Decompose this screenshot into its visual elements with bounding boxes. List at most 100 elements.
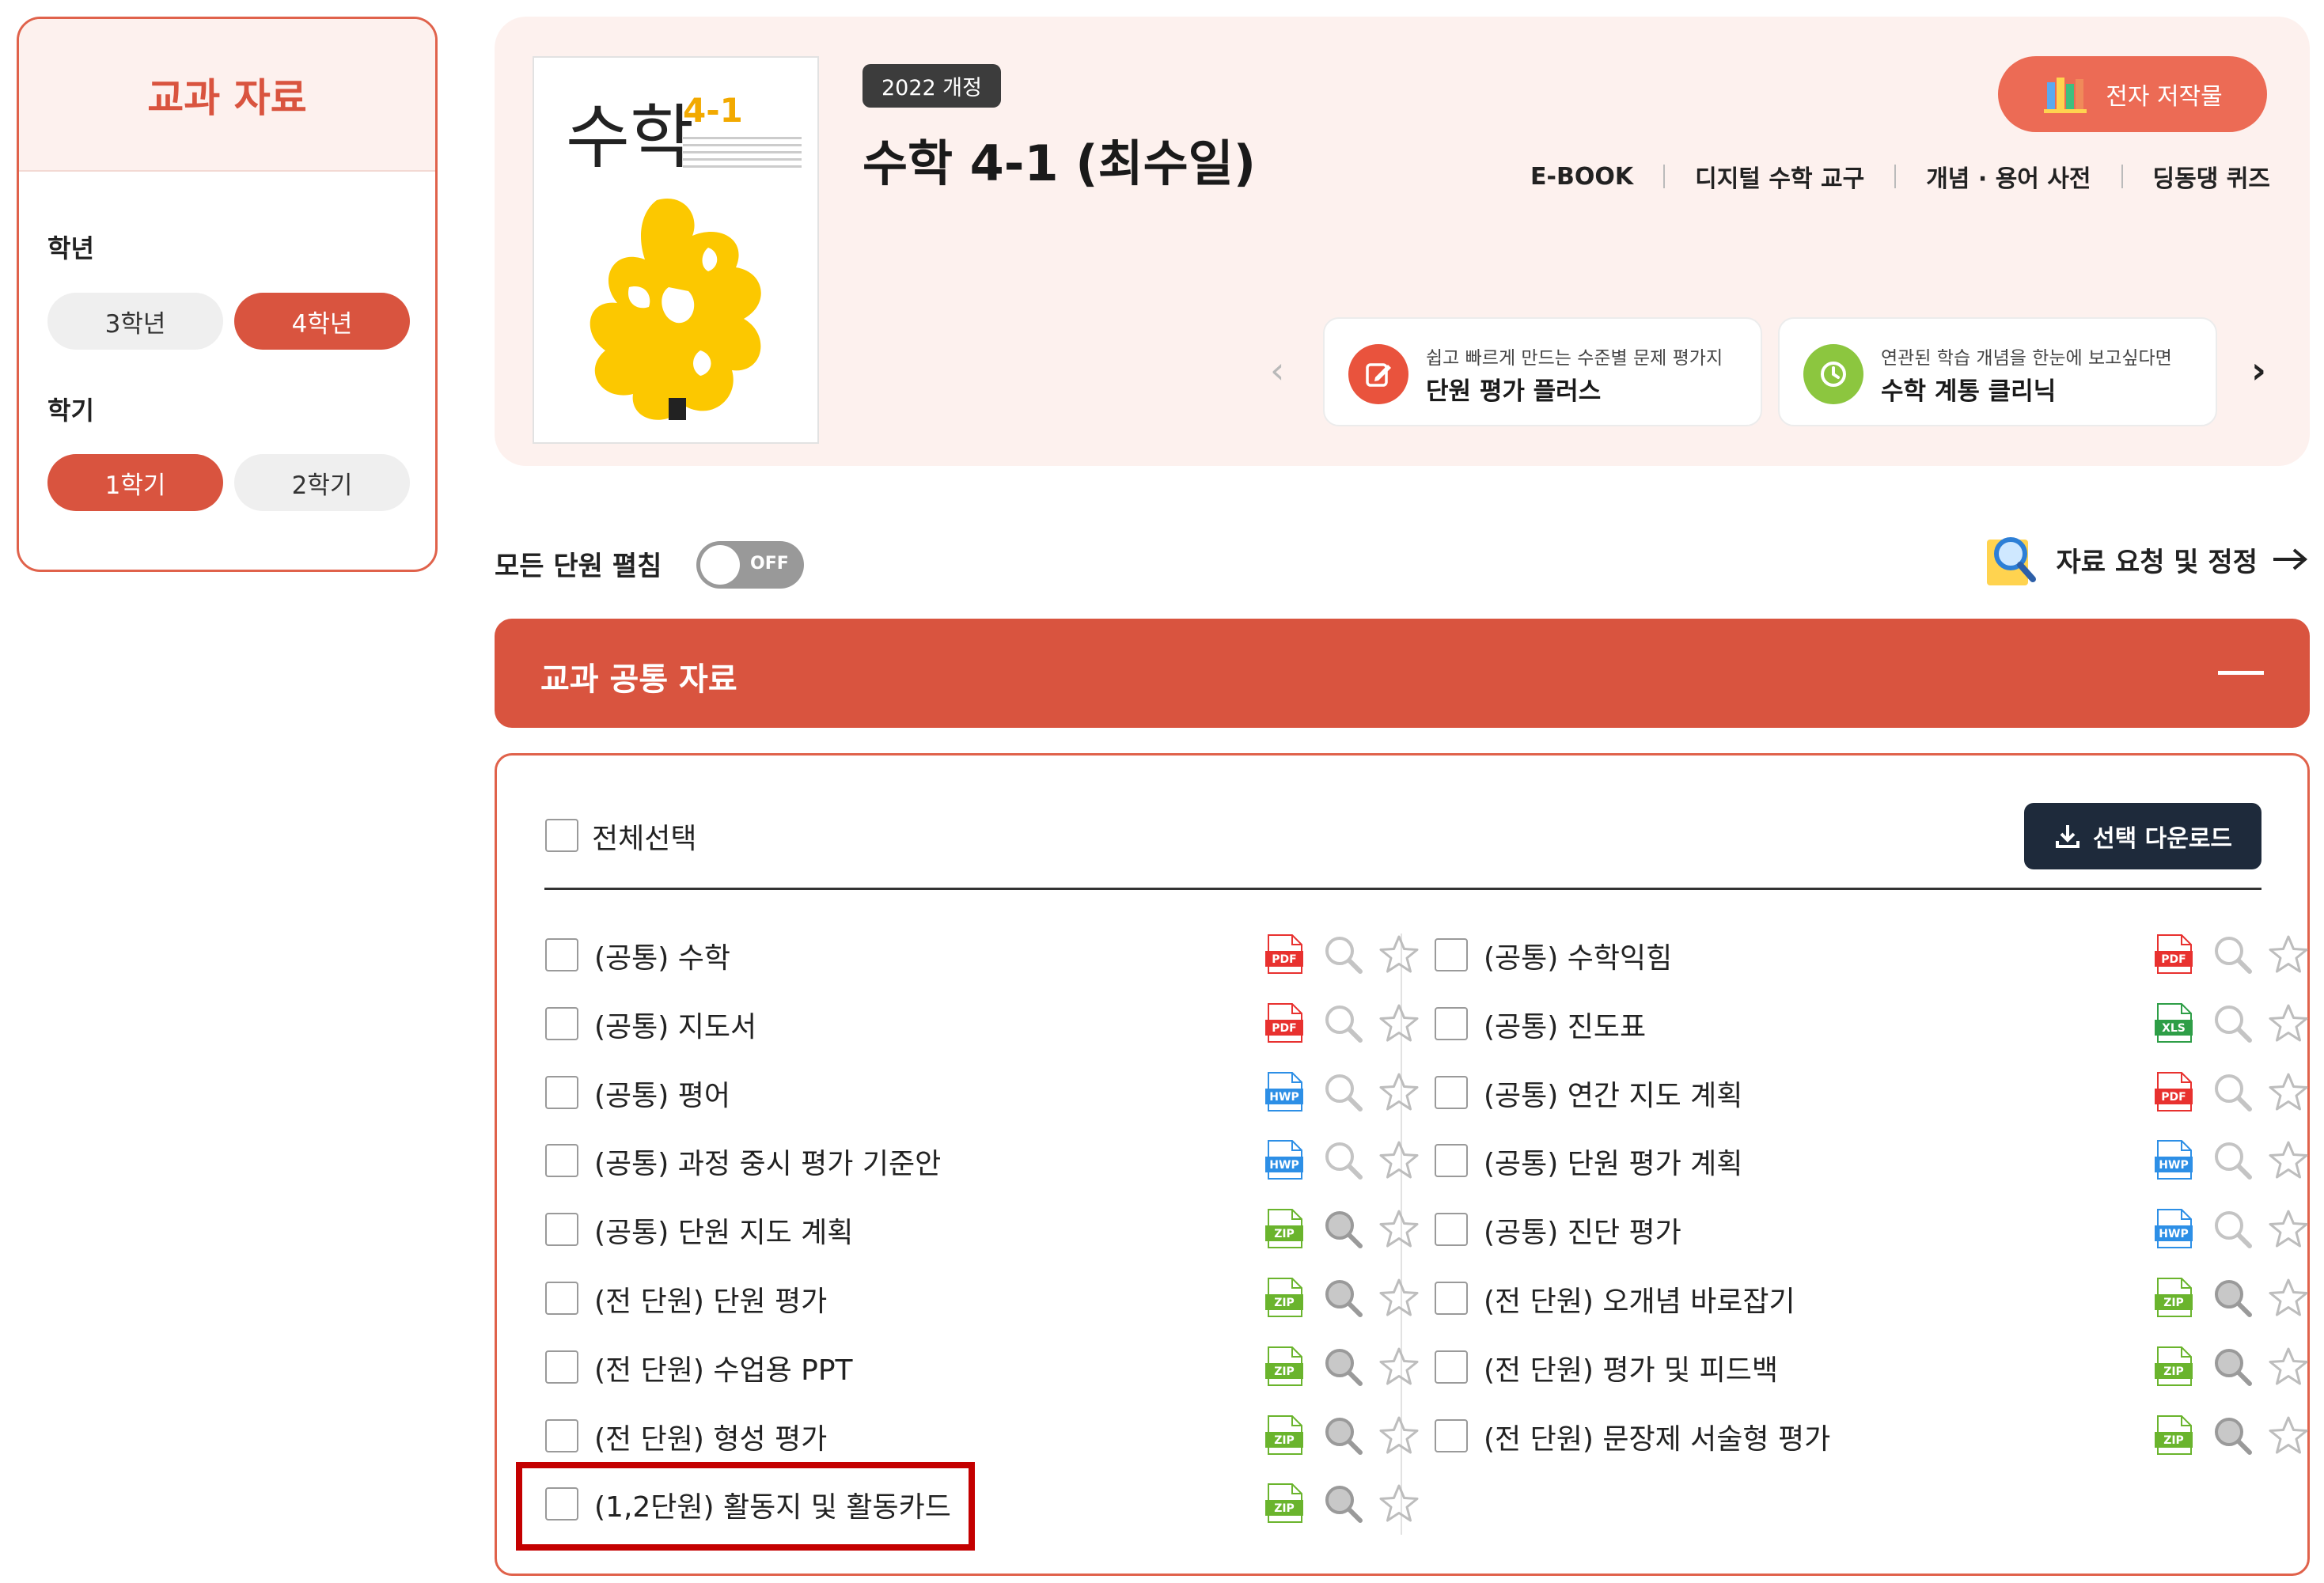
pdf-file-icon[interactable]: PDF [1265,1002,1303,1043]
favorite-star-icon[interactable] [2267,1139,2310,1182]
favorite-star-icon[interactable] [1378,1277,1420,1320]
favorite-star-icon[interactable] [1378,1002,1420,1045]
material-checkbox[interactable] [1435,1350,1468,1384]
zip-file-icon[interactable]: ZIP [1265,1277,1303,1318]
favorite-star-icon[interactable] [2267,1002,2310,1045]
header-links: E-BOOK 디지털 수학 교구 개념 · 용어 사전 딩동댕 퀴즈 [1530,159,2270,194]
section-header-common[interactable]: 교과 공통 자료 [495,619,2310,728]
semester-2-button[interactable]: 2학기 [234,454,410,511]
preview-search-icon[interactable] [2212,1277,2253,1318]
ebook-button[interactable]: 전자 저작물 [1998,56,2267,132]
material-checkbox[interactable] [545,1213,578,1247]
select-all-checkbox[interactable] [545,819,578,852]
material-checkbox[interactable] [1435,938,1468,971]
hwp-file-icon[interactable]: HWP [2155,1139,2193,1180]
favorite-star-icon[interactable] [2267,1208,2310,1251]
zip-file-icon[interactable]: ZIP [2155,1414,2193,1456]
expand-all-toggle[interactable]: OFF [696,541,804,589]
material-checkbox[interactable] [545,1350,578,1384]
preview-search-icon[interactable] [1322,1414,1363,1456]
preview-search-icon[interactable] [2212,1414,2253,1456]
promo-subtitle: 쉽고 빠르게 만드는 수준별 문제 평가지 [1426,348,1723,369]
svg-text:PDF: PDF [1272,953,1296,966]
book-cover[interactable]: 수학 4-1 [533,56,819,444]
zip-file-icon[interactable]: ZIP [1265,1346,1303,1387]
preview-search-icon[interactable] [2212,1139,2253,1180]
material-checkbox[interactable] [1435,1144,1468,1178]
material-checkbox[interactable] [1435,1282,1468,1315]
cover-title: 수학 [566,97,694,178]
favorite-star-icon[interactable] [1378,934,1420,976]
material-label: (공통) 과정 중시 평가 기준안 [594,1148,942,1181]
promo-title: 단원 평가 플러스 [1426,377,1602,406]
preview-search-icon[interactable] [1322,1483,1363,1524]
svg-text:ZIP: ZIP [2163,1365,2184,1378]
material-checkbox[interactable] [545,1282,578,1315]
material-checkbox[interactable] [1435,1418,1468,1452]
grade-4-button[interactable]: 4학년 [234,293,410,350]
favorite-star-icon[interactable] [2267,1071,2310,1114]
favorite-star-icon[interactable] [1378,1346,1420,1388]
link-ebook[interactable]: E-BOOK [1530,163,1633,191]
promo-card-unit-test[interactable]: 쉽고 빠르게 만드는 수준별 문제 평가지 단원 평가 플러스 [1323,317,1762,426]
selected-download-button[interactable]: 선택 다운로드 [2024,803,2261,869]
preview-search-icon[interactable] [1322,1071,1363,1112]
collapse-minus-icon[interactable] [2218,671,2264,675]
preview-search-icon[interactable] [1322,934,1363,975]
material-checkbox[interactable] [1435,1075,1468,1109]
preview-search-icon[interactable] [1322,1208,1363,1249]
favorite-star-icon[interactable] [2267,934,2310,976]
pdf-file-icon[interactable]: PDF [1265,934,1303,975]
preview-search-icon[interactable] [1322,1277,1363,1318]
favorite-star-icon[interactable] [1378,1483,1420,1525]
promo-card-math-clinic[interactable]: 연관된 학습 개념을 한눈에 보고싶다면 수학 계통 클리닉 [1778,317,2217,426]
promo-prev-chevron-icon[interactable]: ‹ [1270,349,1284,392]
favorite-star-icon[interactable] [1378,1208,1420,1251]
zip-file-icon[interactable]: ZIP [2155,1277,2193,1318]
zip-file-icon[interactable]: ZIP [2155,1346,2193,1387]
link-dictionary[interactable]: 개념 · 용어 사전 [1926,159,2091,194]
preview-search-icon[interactable] [2212,934,2253,975]
grade-3-button[interactable]: 3학년 [47,293,223,350]
promo-next-chevron-icon[interactable]: › [2251,349,2266,392]
favorite-star-icon[interactable] [1378,1071,1420,1114]
cover-artwork-icon [590,199,761,420]
pdf-file-icon[interactable]: PDF [2155,934,2193,975]
textbook-title: 수학 4-1 (최수일) [862,134,1257,192]
preview-search-icon[interactable] [2212,1208,2253,1249]
hwp-file-icon[interactable]: HWP [2155,1208,2193,1249]
zip-file-icon[interactable]: ZIP [1265,1483,1303,1524]
material-checkbox[interactable] [545,1075,578,1109]
zip-file-icon[interactable]: ZIP [1265,1414,1303,1456]
material-checkbox[interactable] [1435,1006,1468,1040]
material-checkbox[interactable] [545,1418,578,1452]
link-digital-tools[interactable]: 디지털 수학 교구 [1695,159,1864,194]
favorite-star-icon[interactable] [1378,1414,1420,1457]
svg-text:ZIP: ZIP [1274,1365,1295,1378]
arrow-right-icon [2273,548,2308,570]
svg-text:PDF: PDF [1272,1022,1296,1035]
material-checkbox[interactable] [1435,1213,1468,1247]
preview-search-icon[interactable] [2212,1071,2253,1112]
material-checkbox[interactable] [545,938,578,971]
hwp-file-icon[interactable]: HWP [1265,1071,1303,1112]
grade-label: 학년 [47,233,94,263]
link-quiz[interactable]: 딩동댕 퀴즈 [2153,159,2270,194]
xls-file-icon[interactable]: XLS [2155,1002,2193,1043]
preview-search-icon[interactable] [2212,1346,2253,1387]
semester-1-button[interactable]: 1학기 [47,454,223,511]
material-checkbox[interactable] [545,1144,578,1178]
preview-search-icon[interactable] [1322,1139,1363,1180]
preview-search-icon[interactable] [1322,1346,1363,1387]
favorite-star-icon[interactable] [2267,1346,2310,1388]
preview-search-icon[interactable] [1322,1002,1363,1043]
preview-search-icon[interactable] [2212,1002,2253,1043]
pdf-file-icon[interactable]: PDF [2155,1071,2193,1112]
favorite-star-icon[interactable] [2267,1277,2310,1320]
favorite-star-icon[interactable] [2267,1414,2310,1457]
zip-file-icon[interactable]: ZIP [1265,1208,1303,1249]
request-correction-link[interactable]: 자료 요청 및 정정 [1982,532,2308,587]
material-checkbox[interactable] [545,1006,578,1040]
favorite-star-icon[interactable] [1378,1139,1420,1182]
hwp-file-icon[interactable]: HWP [1265,1139,1303,1180]
